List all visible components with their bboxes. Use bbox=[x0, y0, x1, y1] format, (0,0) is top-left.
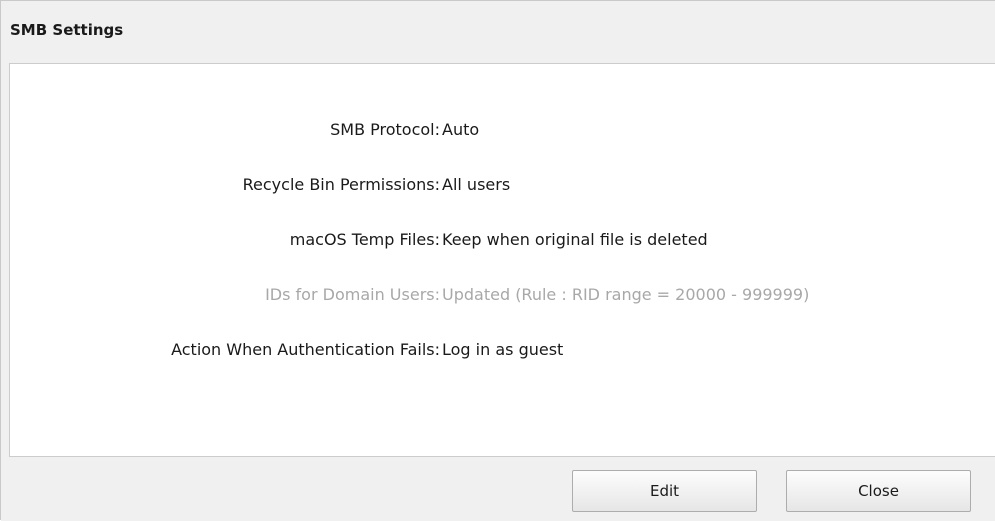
setting-value: Keep when original file is deleted bbox=[442, 230, 708, 249]
setting-row-macos-temp-files: macOS Temp Files: Keep when original fil… bbox=[10, 230, 995, 254]
setting-value: All users bbox=[442, 175, 511, 194]
setting-row-ids-for-domain-users: IDs for Domain Users: Updated (Rule : RI… bbox=[10, 285, 995, 309]
dialog-titlebar: SMB Settings bbox=[1, 1, 995, 63]
setting-label: Action When Authentication Fails: bbox=[171, 340, 440, 359]
setting-row-smb-protocol: SMB Protocol: Auto bbox=[10, 120, 995, 144]
dialog-footer: Edit Close bbox=[1, 457, 995, 521]
dialog-title: SMB Settings bbox=[10, 21, 124, 39]
setting-row-recycle-bin-permissions: Recycle Bin Permissions: All users bbox=[10, 175, 995, 199]
setting-label: Recycle Bin Permissions: bbox=[242, 175, 440, 194]
close-button[interactable]: Close bbox=[786, 470, 971, 512]
setting-value: Log in as guest bbox=[442, 340, 564, 359]
setting-value: Updated (Rule : RID range = 20000 - 9999… bbox=[442, 285, 810, 304]
setting-label: IDs for Domain Users: bbox=[265, 285, 440, 304]
setting-label: SMB Protocol: bbox=[330, 120, 440, 139]
setting-row-auth-fail-action: Action When Authentication Fails: Log in… bbox=[10, 340, 995, 364]
smb-settings-dialog: SMB Settings SMB Protocol: Auto Recycle … bbox=[0, 0, 995, 521]
setting-label: macOS Temp Files: bbox=[289, 230, 440, 249]
setting-value: Auto bbox=[442, 120, 480, 139]
settings-panel: SMB Protocol: Auto Recycle Bin Permissio… bbox=[9, 63, 995, 457]
edit-button[interactable]: Edit bbox=[572, 470, 757, 512]
